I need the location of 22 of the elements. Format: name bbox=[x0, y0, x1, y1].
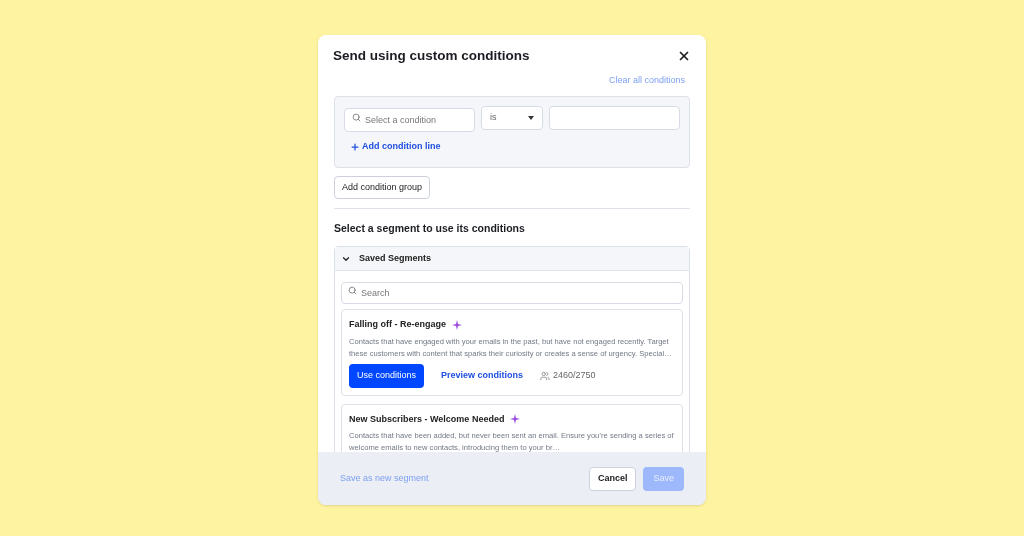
add-condition-group-button[interactable]: Add condition group bbox=[334, 176, 431, 200]
preview-conditions-link[interactable]: Preview conditions bbox=[441, 368, 524, 383]
sparkle-icon bbox=[452, 319, 462, 330]
dialog-title: Send using custom conditions bbox=[333, 47, 530, 65]
contact-count: 2460/2750 bbox=[553, 368, 596, 382]
search-field[interactable]: Search bbox=[341, 282, 683, 304]
search-icon bbox=[348, 285, 357, 295]
use-conditions-button[interactable]: Use conditions bbox=[349, 363, 425, 388]
value-field[interactable] bbox=[549, 105, 680, 130]
segment-name: Falling off - Re-engage bbox=[349, 318, 446, 331]
segment-name: New Subscribers - Welcome Needed bbox=[349, 412, 505, 426]
caret-icon bbox=[528, 115, 534, 120]
saved-segments-header[interactable]: Saved Segments bbox=[335, 247, 689, 271]
plus-icon bbox=[350, 141, 360, 152]
sparkle-icon bbox=[510, 414, 521, 425]
search-icon bbox=[352, 113, 361, 123]
section-heading: Select a segment to use its conditions bbox=[334, 221, 526, 237]
condition-field[interactable]: Select a condition bbox=[344, 107, 475, 132]
add-condition-line-link[interactable]: Add condition line bbox=[350, 139, 441, 154]
cancel-button[interactable]: Cancel bbox=[588, 466, 637, 491]
operator-dropdown[interactable]: is bbox=[481, 105, 543, 130]
contacts-icon bbox=[540, 370, 551, 381]
